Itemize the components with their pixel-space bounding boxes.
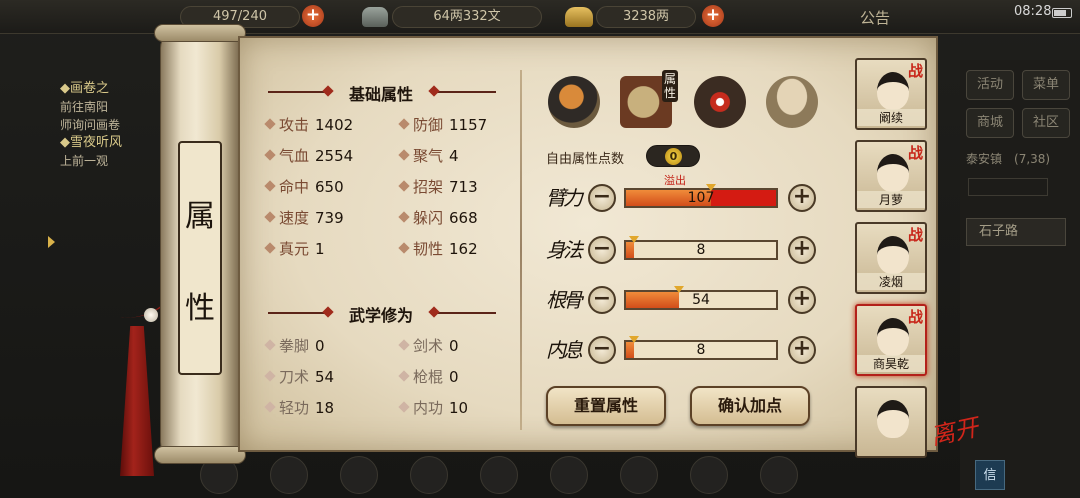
location-readout: 泰安镇 (7,38) [966,150,1076,167]
panel-title-char: 性 [185,291,215,326]
menu-button[interactable]: 菜单 [1022,70,1070,100]
attribute-row-agility: 身法 − 8 + [540,230,830,270]
skill-inner: 内功 10 [398,397,468,418]
character-card[interactable]: 战 阚续 [855,58,927,130]
road-item[interactable]: 石子路 [966,218,1066,246]
portrait [877,236,909,274]
panel-title-char: 属 [185,199,215,234]
decrease-button[interactable]: − [588,286,616,314]
attribute-bar: 107 [624,184,778,208]
attribute-label: 臂力 [546,186,583,210]
location-name: 泰安镇 [966,152,1003,166]
tassel-bead [144,308,158,322]
clock: 08:28 [1014,4,1052,19]
scroll-rod-cap [154,446,246,464]
basic-attributes-title: 基础属性 [348,85,413,104]
stat-true-qi: 真元 1 [264,238,325,259]
scroll-rod-cap [154,24,246,42]
skill-fist: 拳脚 0 [264,335,325,356]
skill-blade: 刀术 54 [264,366,334,387]
reset-attributes-button[interactable]: 重置属性 [546,386,666,426]
mail-button[interactable]: 信 [975,460,1005,490]
increase-button[interactable]: + [788,184,816,212]
attribute-bar: 8 [624,236,778,260]
attribute-bar: 54 [624,286,778,310]
ornament [268,312,328,314]
portrait [877,318,909,356]
stat-dodge: 躲闪 668 [398,207,478,228]
equipment-tab-icon[interactable] [548,76,600,128]
increase-button[interactable]: + [788,286,816,314]
attribute-value: 54 [692,292,710,308]
portrait [877,400,909,438]
attribute-row-breath: 内息 − 8 + [540,330,830,370]
portrait [877,72,909,110]
ornament [434,91,496,93]
character-card[interactable]: 战 月萝 [855,140,927,212]
battle-badge: 战 [907,144,923,162]
attribute-bar: 8 [624,336,778,360]
location-select[interactable] [968,178,1048,196]
bagua-tab-icon[interactable] [694,76,746,128]
character-card[interactable] [855,386,927,458]
stat-focus: 聚气 4 [398,145,459,166]
attribute-value: 107 [687,190,715,206]
activity-button[interactable]: 活动 [966,70,1014,100]
free-points-box: 0 [646,145,700,167]
skill-spear: 枪棍 0 [398,366,459,387]
portrait [877,154,909,192]
ornament [268,91,328,93]
body-tab-icon[interactable] [766,76,818,128]
location-coords: (7,38) [1014,152,1051,166]
column-divider [520,70,522,430]
battle-badge: 战 [907,62,923,80]
character-card[interactable]: 战 商昊乾 [855,304,927,376]
stat-parry: 招架 713 [398,176,478,197]
attribute-label: 内息 [546,338,583,362]
attribute-row-strength: 臂力 − 107 + [540,178,830,218]
decrease-button[interactable]: − [588,336,616,364]
increase-button[interactable]: + [788,336,816,364]
battle-badge: 战 [907,226,923,244]
character-card[interactable]: 战 凌烟 [855,222,927,294]
expand-arrow-icon[interactable] [48,236,55,248]
free-points-value: 0 [665,148,682,165]
stat-defense: 防御 1157 [398,114,487,135]
attribute-label: 身法 [546,238,583,262]
stat-attack: 攻击 1402 [264,114,353,135]
free-points-label: 自由属性点数 [546,152,625,167]
ornament [434,312,496,314]
stat-accuracy: 命中 650 [264,176,344,197]
confirm-points-button[interactable]: 确认加点 [690,386,810,426]
shop-button[interactable]: 商城 [966,108,1014,138]
skill-sword: 剑术 0 [398,335,459,356]
battle-badge: 战 [907,308,923,326]
attribute-row-constitution: 根骨 − 54 + [540,280,830,320]
increase-button[interactable]: + [788,236,816,264]
community-button[interactable]: 社区 [1022,108,1070,138]
attribute-tab-label: 属性 [662,70,678,102]
panel-title: 属 性 [178,141,222,375]
martial-skills-title: 武学修为 [348,306,413,325]
stat-tenacity: 韧性 162 [398,238,478,259]
character-name: 阚续 [857,109,925,126]
attribute-value: 8 [696,242,706,258]
stat-hp: 气血 2554 [264,145,353,166]
battery-icon [1052,8,1072,18]
decrease-button[interactable]: − [588,184,616,212]
attribute-value: 8 [696,342,706,358]
scroll-rod: 属 性 [160,30,240,460]
character-name: 商昊乾 [857,355,925,372]
character-name: 凌烟 [857,273,925,290]
stat-speed: 速度 739 [264,207,344,228]
character-name: 月萝 [857,191,925,208]
skill-lightness: 轻功 18 [264,397,334,418]
decrease-button[interactable]: − [588,236,616,264]
attribute-label: 根骨 [546,288,583,312]
